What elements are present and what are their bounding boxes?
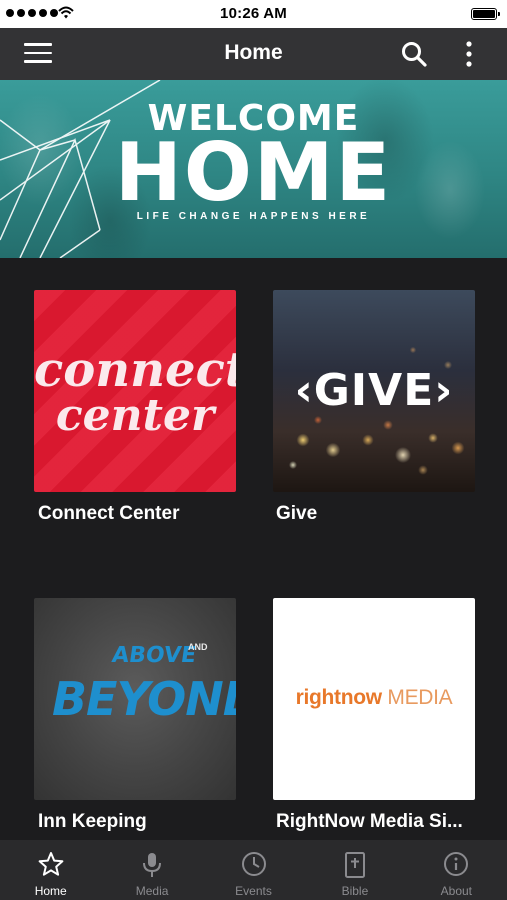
search-icon[interactable] [400,40,428,68]
rightnow-logo-text: rightnow MEDIA [295,686,453,709]
give-label[interactable]: Give [276,503,317,525]
inn-keeping-tile[interactable]: ABOVE AND BEYOND [34,598,236,800]
hamburger-menu-icon[interactable] [24,43,52,65]
tab-home-label: Home [34,884,67,898]
tab-bible[interactable]: Bible [304,840,405,900]
info-icon [444,852,469,876]
tab-events[interactable]: Events [203,840,304,900]
tab-bar: Home Media Events Bible About [0,840,507,900]
status-bar: 10:26 AM [0,0,507,28]
tab-about-label: About [440,884,472,898]
tab-media[interactable]: Media [101,840,202,900]
clock-icon [241,852,266,876]
tab-bible-label: Bible [341,884,369,898]
bible-icon [344,852,365,878]
status-time: 10:26 AM [220,5,287,22]
tab-home[interactable]: Home [0,840,101,900]
tab-media-label: Media [135,884,169,898]
welcome-banner[interactable]: WELCOME HOME LIFE CHANGE HAPPENS HERE [0,80,507,258]
and-art-text: AND [188,642,208,652]
more-options-icon[interactable] [455,39,483,69]
microphone-icon [143,853,162,877]
banner-tagline: LIFE CHANGE HAPPENS HERE [136,211,371,222]
beyond-art-text: BEYOND [52,672,236,726]
nav-bar: Home [0,28,507,80]
give-art-text: ‹GIVE› [294,365,454,416]
star-icon [38,852,64,876]
connect-art-text-2: center [55,390,215,441]
connect-center-label[interactable]: Connect Center [38,503,179,525]
rightnow-media-tile[interactable]: rightnow MEDIA [273,598,475,800]
connect-center-tile[interactable]: connect center [34,290,236,492]
above-art-text: ABOVE [110,643,198,668]
tab-about[interactable]: About [406,840,507,900]
give-tile[interactable]: ‹GIVE› [273,290,475,492]
banner-home-text: HOME [114,126,393,219]
tab-events-label: Events [235,884,272,898]
inn-keeping-label[interactable]: Inn Keeping [38,811,147,833]
rightnow-media-label[interactable]: RightNow Media Si... [276,811,463,833]
battery-icon [471,8,500,20]
page-title: Home [224,41,283,64]
